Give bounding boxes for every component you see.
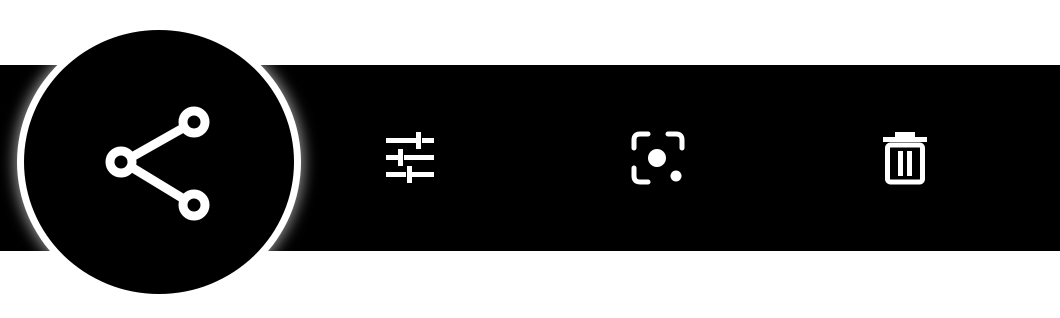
share-icon: [99, 102, 219, 222]
delete-button[interactable]: [845, 65, 965, 251]
photo-action-bar-screen: [0, 0, 1060, 318]
adjust-button[interactable]: [350, 65, 470, 251]
lens-icon: [630, 130, 686, 186]
share-button[interactable]: [24, 30, 294, 294]
tune-sliders-icon: [382, 130, 438, 186]
trash-icon: [877, 128, 933, 188]
lens-button[interactable]: [598, 65, 718, 251]
